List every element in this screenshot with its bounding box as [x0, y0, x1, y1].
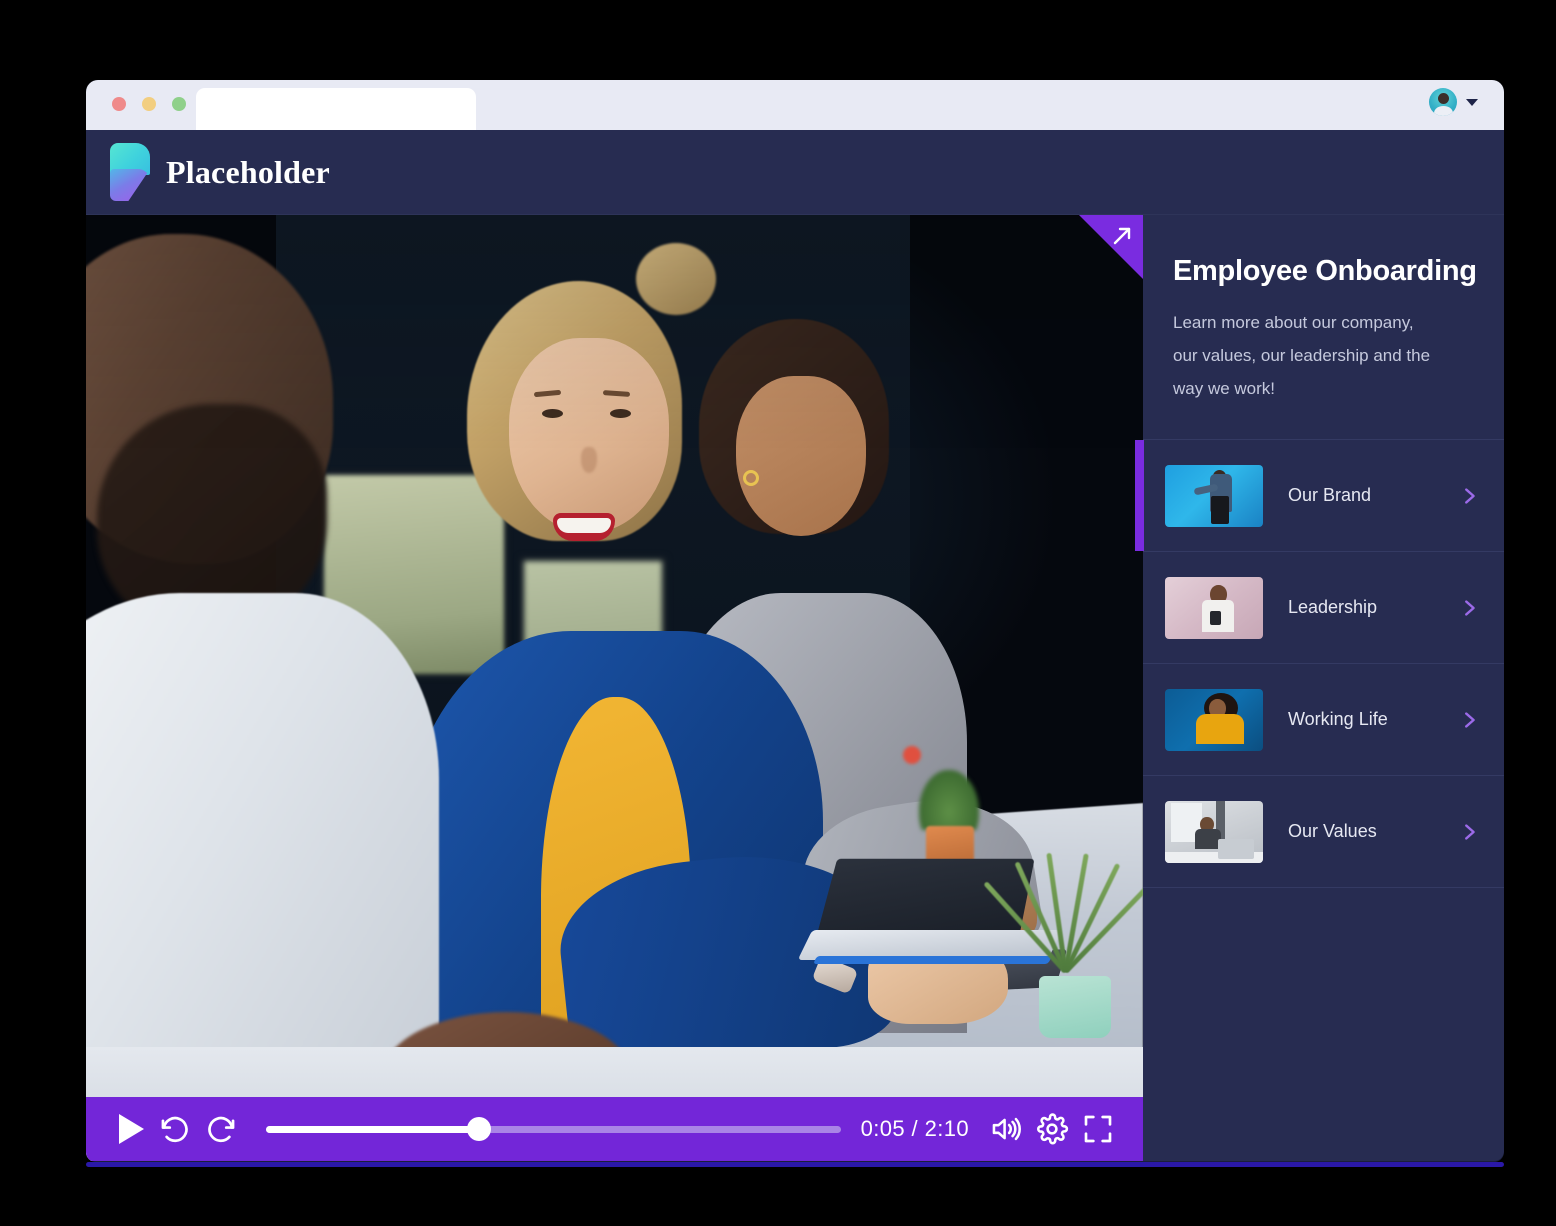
- brand-name: Placeholder: [166, 153, 330, 190]
- video-controls: 0:05 / 2:10: [86, 1097, 1143, 1161]
- window-traffic-lights: [112, 97, 186, 111]
- app-body: 0:05 / 2:10 Employee Onboarding Learn mo…: [86, 215, 1504, 1161]
- sidebar-header: Employee Onboarding Learn more about our…: [1143, 215, 1504, 441]
- sidebar-item-our-values[interactable]: Our Values: [1143, 776, 1504, 889]
- chevron-right-icon[interactable]: [1458, 485, 1480, 507]
- chevron-right-icon[interactable]: [1458, 709, 1480, 731]
- chapter-label: Working Life: [1288, 709, 1388, 730]
- description-line: Learn more about our company,: [1173, 313, 1414, 332]
- chevron-right-icon[interactable]: [1458, 821, 1480, 843]
- browser-chrome-bar: [86, 80, 1504, 130]
- sidebar-item-our-brand[interactable]: Our Brand: [1135, 440, 1504, 553]
- placeholder-logo-icon: [110, 143, 150, 201]
- browser-tab[interactable]: [196, 88, 476, 130]
- chapter-label: Our Values: [1288, 821, 1377, 842]
- chapter-thumbnail: [1165, 800, 1263, 863]
- video-frame: [86, 215, 1143, 1161]
- rewind-10-icon[interactable]: [152, 1106, 198, 1152]
- expand-arrow-icon[interactable]: [1079, 215, 1143, 279]
- profile-menu[interactable]: [1429, 88, 1478, 116]
- gear-icon[interactable]: [1029, 1106, 1075, 1152]
- progress-thumb[interactable]: [466, 1117, 491, 1141]
- forward-10-icon[interactable]: [198, 1106, 244, 1152]
- minimize-window-button[interactable]: [142, 97, 156, 111]
- video-progress-slider[interactable]: [266, 1106, 841, 1152]
- description-line: our values, our leadership and the: [1173, 346, 1431, 366]
- app-header: Placeholder: [86, 130, 1504, 215]
- chevron-right-icon[interactable]: [1458, 597, 1480, 619]
- close-window-button[interactable]: [112, 97, 126, 111]
- chevron-down-icon[interactable]: [1466, 98, 1478, 106]
- maximize-window-button[interactable]: [172, 97, 186, 111]
- play-icon[interactable]: [106, 1106, 152, 1152]
- chapter-thumbnail: [1165, 576, 1263, 639]
- sidebar-item-working-life[interactable]: Working Life: [1143, 664, 1504, 777]
- fullscreen-icon[interactable]: [1075, 1106, 1121, 1152]
- description-line: way we work!: [1173, 379, 1276, 399]
- sidebar-item-leadership[interactable]: Leadership: [1143, 552, 1504, 665]
- window-bottom-accent: [86, 1162, 1504, 1167]
- volume-high-icon[interactable]: [983, 1106, 1029, 1152]
- sidebar-description: Learn more about our company, our values…: [1173, 306, 1453, 405]
- chapter-label: Our Brand: [1288, 485, 1372, 506]
- chapter-label: Leadership: [1288, 597, 1378, 618]
- browser-window: Placeholder 0:05 / 2:10 Employee Onboard…: [86, 80, 1504, 1162]
- page-title: Employee Onboarding: [1173, 255, 1477, 287]
- progress-fill: [266, 1125, 479, 1133]
- avatar[interactable]: [1429, 88, 1457, 116]
- chapter-thumbnail: [1165, 464, 1263, 527]
- video-player[interactable]: 0:05 / 2:10: [86, 215, 1143, 1161]
- chapter-sidebar: Employee Onboarding Learn more about our…: [1135, 215, 1504, 1161]
- time-display: 0:05 / 2:10: [860, 1116, 969, 1141]
- plant-decor: [983, 722, 1143, 974]
- chapter-thumbnail: [1165, 688, 1263, 751]
